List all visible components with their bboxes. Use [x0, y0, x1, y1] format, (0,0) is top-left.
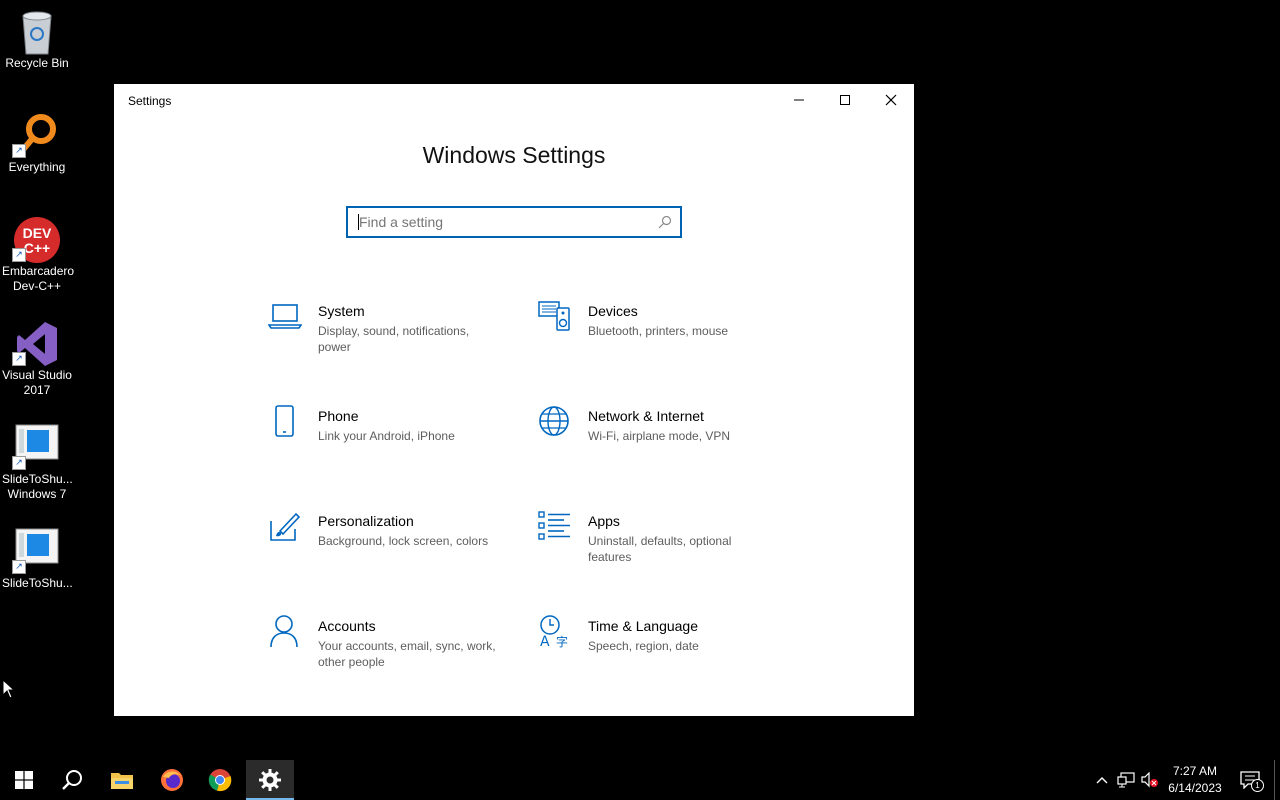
devcpp-icon: DEV C++ ↗	[12, 216, 60, 263]
person-icon	[268, 614, 304, 650]
shortcut-arrow-icon: ↗	[12, 560, 26, 574]
category-network[interactable]: Network & Internet Wi-Fi, airplane mode,…	[538, 404, 778, 494]
settings-window: Settings Windows Settings Find a setting…	[114, 84, 914, 716]
time-language-icon: A字	[538, 614, 574, 650]
taskbar-firefox[interactable]	[148, 760, 196, 800]
folder-icon	[111, 773, 133, 789]
search-input[interactable]: Find a setting	[346, 206, 682, 238]
show-desktop-button[interactable]	[1274, 760, 1275, 800]
recycle-bin-icon	[15, 8, 59, 55]
category-devices[interactable]: Devices Bluetooth, printers, mouse	[538, 299, 778, 389]
category-name: Personalization	[318, 513, 414, 529]
desktop-icon-visual-studio[interactable]: ↗ Visual Studio 2017	[0, 312, 74, 398]
category-desc: Your accounts, email, sync, work, other …	[318, 639, 496, 669]
start-button[interactable]	[0, 760, 48, 800]
window-title: Settings	[128, 94, 172, 108]
category-name: Phone	[318, 408, 359, 424]
search-placeholder: Find a setting	[359, 214, 444, 230]
desktop-icon-recycle-bin[interactable]: Recycle Bin	[0, 0, 74, 71]
category-name: System	[318, 303, 365, 319]
notification-count-badge: 1	[1251, 779, 1264, 792]
desktop-icon-label: Visual Studio 2017	[2, 368, 72, 397]
windows-logo-icon	[15, 771, 33, 789]
apps-list-icon	[538, 509, 574, 545]
visual-studio-icon: ↗	[12, 320, 59, 366]
clock-date: 6/14/2023	[1168, 781, 1222, 795]
phone-icon	[268, 404, 304, 440]
taskbar-search-button[interactable]	[48, 760, 96, 800]
firefox-icon	[161, 769, 183, 791]
shortcut-arrow-icon: ↗	[12, 456, 26, 470]
paint-brush-icon	[268, 509, 304, 545]
desktop-icon-label: SlideToShu... Windows 7	[2, 472, 73, 501]
category-desc: Bluetooth, printers, mouse	[588, 324, 729, 338]
notification-icon: 1	[1240, 771, 1264, 792]
svg-text:DEV: DEV	[23, 225, 52, 241]
svg-text:C++: C++	[24, 240, 50, 256]
everything-search-icon: ↗	[12, 112, 59, 158]
action-center-button[interactable]: 1	[1232, 760, 1268, 800]
taskbar-chrome[interactable]	[196, 760, 244, 800]
desktop-icon-label: Recycle Bin	[5, 56, 69, 70]
network-icon	[1117, 772, 1135, 788]
shortcut-arrow-icon: ↗	[12, 352, 26, 366]
svg-text:A: A	[540, 634, 550, 648]
svg-text:字: 字	[556, 634, 568, 648]
category-name: Network & Internet	[588, 408, 704, 424]
chrome-icon	[208, 769, 232, 792]
page-title: Windows Settings	[422, 142, 606, 168]
shortcut-arrow-icon: ↗	[12, 144, 26, 158]
search-icon	[658, 215, 672, 234]
volume-tray-button[interactable]	[1138, 760, 1162, 800]
category-desc: Uninstall, defaults, optional features	[588, 534, 732, 564]
category-name: Devices	[588, 303, 638, 319]
clock[interactable]: 7:27 AM 6/14/2023	[1164, 763, 1226, 797]
clock-time: 7:27 AM	[1172, 764, 1218, 778]
desktop-icon-label: SlideToShu...	[2, 576, 73, 590]
devices-icon	[538, 299, 574, 335]
category-desc: Background, lock screen, colors	[318, 534, 489, 548]
desktop-icon-devcpp[interactable]: DEV C++ ↗ Embarcadero Dev-C++	[0, 208, 74, 294]
category-name: Time & Language	[588, 618, 698, 634]
chevron-up-icon	[1096, 777, 1108, 784]
close-icon	[885, 94, 897, 106]
category-name: Apps	[588, 513, 620, 529]
maximize-icon	[840, 95, 850, 105]
desktop-icon-label: Embarcadero Dev-C++	[2, 264, 75, 293]
category-desc: Display, sound, notifications, power	[318, 324, 470, 354]
globe-icon	[538, 404, 574, 440]
title-bar[interactable]: Settings	[114, 84, 914, 116]
volume-muted-icon	[1141, 772, 1158, 788]
category-system[interactable]: System Display, sound, notifications, po…	[267, 299, 508, 389]
desktop-icon-slidetoshutdown[interactable]: ↗ SlideToShu...	[0, 520, 74, 591]
mouse-cursor-icon	[2, 678, 16, 704]
shortcut-arrow-icon: ↗	[12, 248, 26, 262]
category-desc: Wi-Fi, airplane mode, VPN	[588, 429, 731, 443]
category-accounts[interactable]: Accounts Your accounts, email, sync, wor…	[268, 614, 508, 704]
show-hidden-icons-button[interactable]	[1090, 760, 1114, 800]
category-phone[interactable]: Phone Link your Android, iPhone	[268, 404, 508, 494]
taskbar-settings[interactable]	[246, 760, 294, 800]
category-apps[interactable]: Apps Uninstall, defaults, optional featu…	[538, 509, 778, 599]
desktop-icon-everything[interactable]: ↗ Everything	[0, 104, 74, 175]
minimize-button[interactable]	[776, 84, 822, 116]
category-personalization[interactable]: Personalization Background, lock screen,…	[268, 509, 508, 599]
laptop-icon	[267, 299, 304, 335]
slide-to-shutdown-icon: ↗	[12, 424, 59, 470]
category-name: Accounts	[318, 618, 376, 634]
network-tray-button[interactable]	[1114, 760, 1138, 800]
close-button[interactable]	[868, 84, 914, 116]
desktop-icon-slidetoshutdown-win7[interactable]: ↗ SlideToShu... Windows 7	[0, 416, 74, 502]
slide-to-shutdown-icon: ↗	[12, 528, 59, 574]
category-desc: Link your Android, iPhone	[318, 429, 455, 443]
category-desc: Speech, region, date	[588, 639, 699, 653]
search-icon	[62, 770, 82, 790]
maximize-button[interactable]	[822, 84, 868, 116]
desktop-icon-label: Everything	[8, 160, 66, 174]
gear-icon	[259, 769, 281, 791]
minimize-icon	[794, 99, 804, 101]
taskbar: 7:27 AM 6/14/2023 1	[0, 760, 1280, 800]
category-time-language[interactable]: A字 Time & Language Speech, region, date	[538, 614, 778, 704]
taskbar-file-explorer[interactable]	[98, 760, 146, 800]
